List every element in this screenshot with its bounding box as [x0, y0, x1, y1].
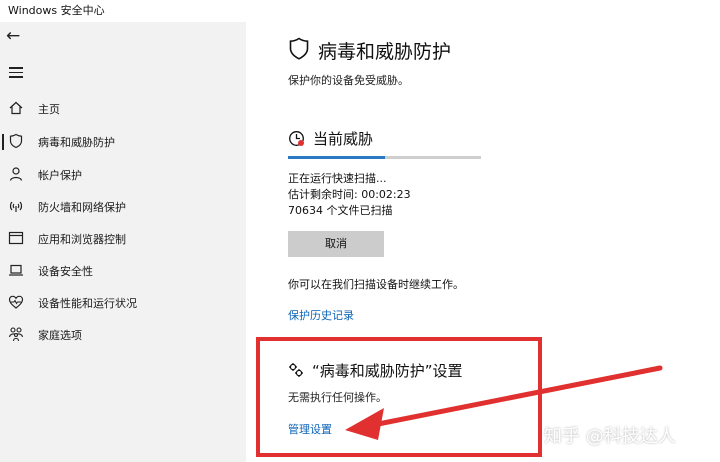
sidebar-item-label: 设备性能和运行状况 [38, 297, 137, 310]
sidebar-item-app-browser-control[interactable]: 应用和浏览器控制 [0, 224, 246, 254]
app-window-icon [8, 231, 24, 245]
page-title: 病毒和威胁防护 [318, 41, 452, 63]
sidebar-item-device-performance[interactable]: 设备性能和运行状况 [0, 288, 246, 318]
sidebar-item-home[interactable]: 主页 [0, 94, 246, 124]
hamburger-menu-icon[interactable] [9, 67, 23, 81]
sidebar-item-label: 设备安全性 [38, 265, 93, 278]
annotation-highlight-box [256, 337, 542, 457]
sidebar-item-family-options[interactable]: 家庭选项 [0, 320, 246, 350]
scan-time-remaining: 估计剩余时间: 00:02:23 [288, 188, 411, 201]
scan-progress-bar [288, 156, 481, 159]
cancel-button[interactable]: 取消 [288, 231, 384, 257]
heart-icon [8, 295, 24, 309]
sidebar-item-device-security[interactable]: 设备安全性 [0, 256, 246, 286]
protection-history-link[interactable]: 保护历史记录 [288, 307, 354, 323]
current-threats-title: 当前威胁 [313, 130, 374, 148]
family-icon [8, 327, 24, 342]
page-subtitle: 保护你的设备免受威胁。 [288, 74, 409, 87]
shield-icon [9, 133, 23, 149]
sidebar-item-label: 帐户保护 [38, 169, 82, 182]
scan-status-text: 正在运行快速扫描... [288, 172, 387, 185]
sidebar-item-virus-threat-protection[interactable]: 病毒和威胁防护 [0, 127, 246, 157]
sidebar-item-firewall[interactable]: 防火墙和网络保护 [0, 192, 246, 222]
sidebar: ← 主页 病毒和威胁防护 帐户保护 防火墙和网络保护 应用和浏览器控制 设备安全… [0, 22, 246, 462]
person-icon [9, 167, 23, 181]
back-arrow-icon[interactable]: ← [6, 26, 26, 46]
sidebar-item-label: 病毒和威胁防护 [38, 136, 115, 149]
watermark: 知乎 @科技达人 [544, 426, 676, 447]
continue-working-note: 你可以在我们扫描设备时继续工作。 [288, 278, 464, 291]
scan-files-count: 70634 个文件已扫描 [288, 204, 393, 217]
window-title: Windows 安全中心 [0, 0, 720, 22]
sidebar-item-label: 防火墙和网络保护 [38, 201, 126, 214]
sidebar-item-label: 家庭选项 [38, 329, 82, 342]
sidebar-item-label: 应用和浏览器控制 [38, 233, 126, 246]
scan-progress-fill [288, 156, 385, 159]
shield-icon [289, 37, 309, 60]
sidebar-item-label: 主页 [38, 103, 60, 116]
sidebar-item-account-protection[interactable]: 帐户保护 [0, 160, 246, 190]
laptop-icon [9, 264, 23, 276]
wifi-signal-icon [9, 201, 23, 212]
home-icon [9, 101, 23, 115]
scan-clock-icon [289, 131, 304, 146]
